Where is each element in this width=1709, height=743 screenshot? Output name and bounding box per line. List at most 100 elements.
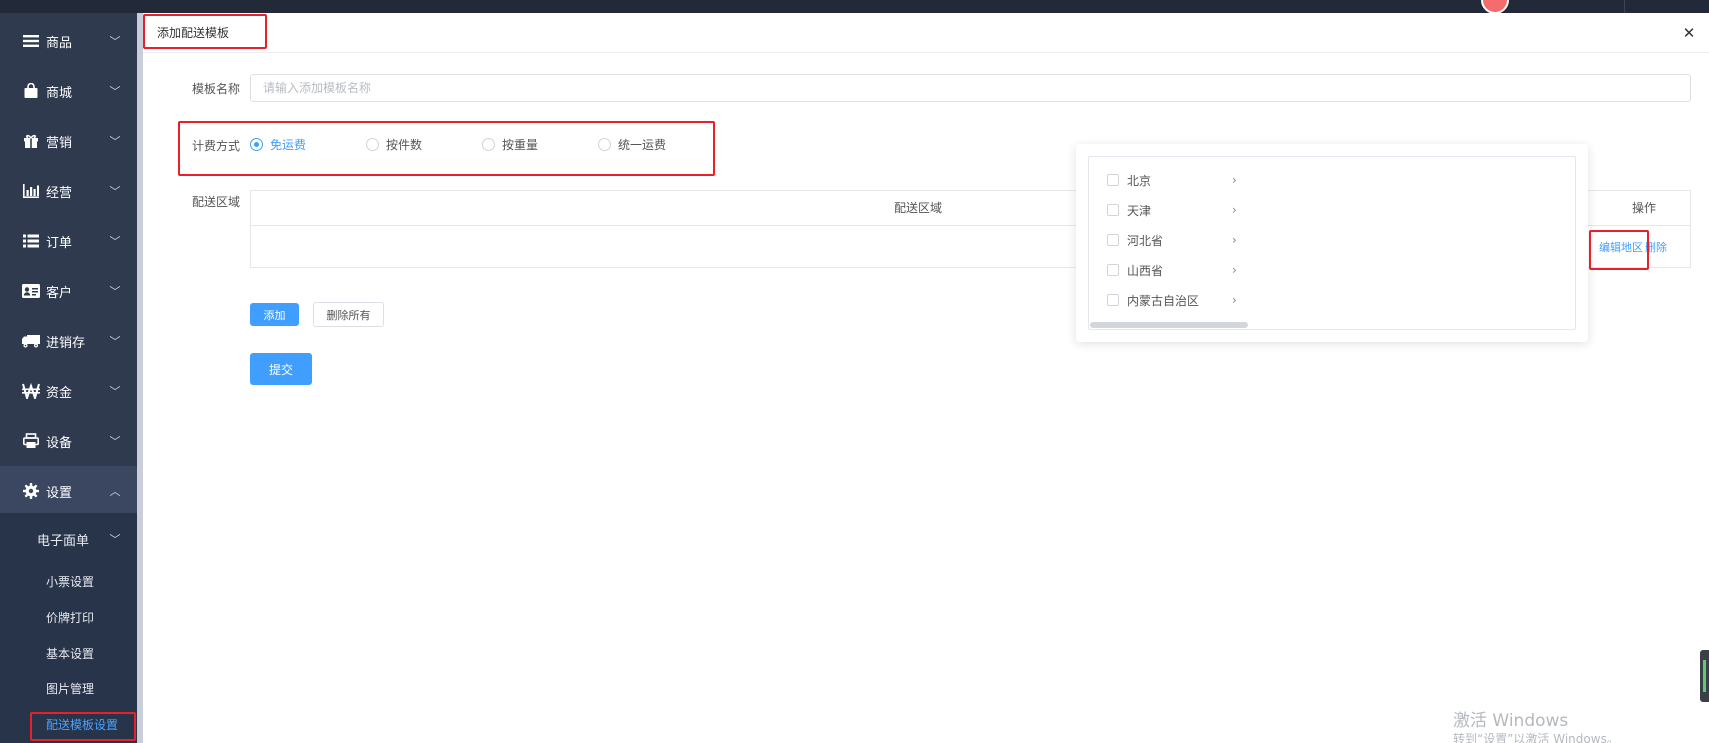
chevron-down-icon: ﹀ xyxy=(109,235,121,248)
region-picker-popover: 北京 › 天津 › 河北省 › 山西省 › 内蒙古自治区 › xyxy=(1076,144,1588,342)
sidebar-item-settings[interactable]: 设置 ︿ xyxy=(0,466,137,516)
scrollbar-thumb[interactable] xyxy=(1090,322,1248,328)
sidebar-item-operations[interactable]: 经营 ﹀ xyxy=(0,166,137,216)
topbar-divider xyxy=(1624,0,1625,13)
printer-icon xyxy=(22,432,40,450)
close-button[interactable]: ✕ xyxy=(1677,21,1701,45)
radio-unchecked-icon xyxy=(366,137,379,151)
region-name: 天津 xyxy=(1127,203,1152,218)
checkbox-icon[interactable] xyxy=(1107,294,1119,306)
radio-label: 统一运费 xyxy=(618,137,667,152)
radio-label: 按重量 xyxy=(502,137,539,152)
region-option-hebei[interactable]: 河北省 › xyxy=(1107,228,1247,252)
checkbox-icon[interactable] xyxy=(1107,174,1119,186)
template-name-input[interactable] xyxy=(250,74,1691,102)
top-bar xyxy=(0,0,1709,14)
submenu-item-receipt-settings[interactable]: 小票设置 xyxy=(0,564,137,598)
bar-chart-icon xyxy=(22,182,40,200)
windows-watermark-subtitle: 转到“设置”以激活 Windows。 xyxy=(1453,732,1619,743)
delete-all-button[interactable]: 删除所有 xyxy=(313,302,384,327)
region-name: 内蒙古自治区 xyxy=(1127,293,1200,308)
region-option-beijing[interactable]: 北京 › xyxy=(1107,168,1247,192)
sidebar-item-label: 经营 xyxy=(46,185,73,201)
region-option-inner-mongolia[interactable]: 内蒙古自治区 › xyxy=(1107,288,1247,312)
delete-row-link[interactable]: 删除 xyxy=(1645,239,1667,255)
sidebar-item-mall[interactable]: 商城 ﹀ xyxy=(0,66,137,116)
sidebar-item-label: 订单 xyxy=(46,235,73,251)
windows-watermark-title: 激活 Windows xyxy=(1453,711,1569,731)
chevron-down-icon: ﹀ xyxy=(109,35,121,48)
submenu-group-label: 电子面单 xyxy=(37,533,90,549)
chevron-right-icon: › xyxy=(1232,233,1237,247)
column-header-actions: 操作 xyxy=(1632,201,1657,215)
user-avatar[interactable] xyxy=(1481,0,1509,14)
chevron-up-icon: ︿ xyxy=(109,485,121,498)
sidebar-item-label: 设备 xyxy=(46,435,73,451)
region-name: 河北省 xyxy=(1127,233,1164,248)
submit-button[interactable]: 提交 xyxy=(250,353,312,385)
add-delivery-template-dialog: 添加配送模板 ✕ 模板名称 计费方式 免运费 按件数 按重量 统一运费 配送区域… xyxy=(143,13,1709,743)
sidebar-item-label: 客户 xyxy=(46,285,73,301)
billing-radio-flat-rate[interactable]: 统一运费 xyxy=(598,134,666,154)
chevron-right-icon: › xyxy=(1232,203,1237,217)
dialog-title: 添加配送模板 xyxy=(157,26,230,40)
billing-radio-by-weight[interactable]: 按重量 xyxy=(482,134,538,154)
sidebar-item-devices[interactable]: 设备 ﹀ xyxy=(0,416,137,466)
submenu-item-label: 图片管理 xyxy=(46,681,95,696)
region-cascader-panel: 北京 › 天津 › 河北省 › 山西省 › 内蒙古自治区 › xyxy=(1088,156,1576,330)
submenu-item-basic-settings[interactable]: 基本设置 xyxy=(0,636,137,670)
region-option-tianjin[interactable]: 天津 › xyxy=(1107,198,1247,222)
sidebar-item-label: 营销 xyxy=(46,135,73,151)
chevron-down-icon: ﹀ xyxy=(109,385,121,398)
submenu-item-label: 价牌打印 xyxy=(46,610,95,625)
template-name-label: 模板名称 xyxy=(191,82,240,96)
chevron-down-icon: ﹀ xyxy=(109,533,121,546)
column-header-region: 配送区域 xyxy=(894,201,943,215)
sidebar-item-customers[interactable]: 客户 ﹀ xyxy=(0,266,137,316)
billing-radio-free-shipping[interactable]: 免运费 xyxy=(250,134,306,154)
chevron-down-icon: ﹀ xyxy=(109,335,121,348)
sidebar-item-orders[interactable]: 订单 ﹀ xyxy=(0,216,137,266)
radio-checked-icon xyxy=(250,137,263,151)
submenu-item-delivery-template[interactable]: 配送模板设置 xyxy=(0,707,137,741)
submenu-item-image-management[interactable]: 图片管理 xyxy=(0,671,137,705)
billing-method-label: 计费方式 xyxy=(191,139,240,153)
radio-label: 按件数 xyxy=(386,137,423,152)
chevron-down-icon: ﹀ xyxy=(109,285,121,298)
submenu-item-label: 配送模板设置 xyxy=(46,717,119,732)
region-name: 山西省 xyxy=(1127,263,1164,278)
horizontal-scrollbar[interactable] xyxy=(1089,321,1575,329)
delivery-region-label: 配送区域 xyxy=(191,195,240,209)
checkbox-icon[interactable] xyxy=(1107,234,1119,246)
sidebar-item-label: 设置 xyxy=(46,485,73,501)
submenu-group-e-waybill[interactable]: 电子面单 ﹀ xyxy=(0,522,137,556)
billing-radio-by-quantity[interactable]: 按件数 xyxy=(366,134,422,154)
sidebar-item-marketing[interactable]: 营销 ﹀ xyxy=(0,116,137,166)
chevron-down-icon: ﹀ xyxy=(109,435,121,448)
sidebar-item-label: 进销存 xyxy=(46,335,86,351)
shopping-bag-icon xyxy=(22,82,40,100)
sidebar: 商品 ﹀ 商城 ﹀ 营销 ﹀ 经营 ﹀ 订单 ﹀ 客户 ﹀ 进销存 ﹀ 资金 ﹀… xyxy=(0,13,137,743)
sidebar-item-inventory[interactable]: 进销存 ﹀ xyxy=(0,316,137,366)
dialog-header: 添加配送模板 ✕ xyxy=(143,13,1709,53)
chevron-down-icon: ﹀ xyxy=(109,135,121,148)
radio-unchecked-icon xyxy=(482,137,495,151)
floating-side-widget[interactable] xyxy=(1700,650,1709,702)
edit-region-link[interactable]: 编辑地区 xyxy=(1599,239,1643,255)
submenu-item-label: 基本设置 xyxy=(46,646,95,661)
checkbox-icon[interactable] xyxy=(1107,264,1119,276)
sidebar-item-products[interactable]: 商品 ﹀ xyxy=(0,16,137,66)
chevron-down-icon: ﹀ xyxy=(109,185,121,198)
gear-icon xyxy=(22,482,40,500)
menu-lines-icon xyxy=(22,32,40,50)
truck-icon xyxy=(22,332,40,350)
region-option-shanxi[interactable]: 山西省 › xyxy=(1107,258,1247,282)
checkbox-icon[interactable] xyxy=(1107,204,1119,216)
region-name: 北京 xyxy=(1127,173,1152,188)
chevron-down-icon: ﹀ xyxy=(109,85,121,98)
add-button[interactable]: 添加 xyxy=(250,303,299,326)
chevron-right-icon: › xyxy=(1232,263,1237,277)
sidebar-item-funds[interactable]: 资金 ﹀ xyxy=(0,366,137,416)
submenu-item-price-tag-print[interactable]: 价牌打印 xyxy=(0,600,137,634)
chevron-right-icon: › xyxy=(1232,173,1237,187)
